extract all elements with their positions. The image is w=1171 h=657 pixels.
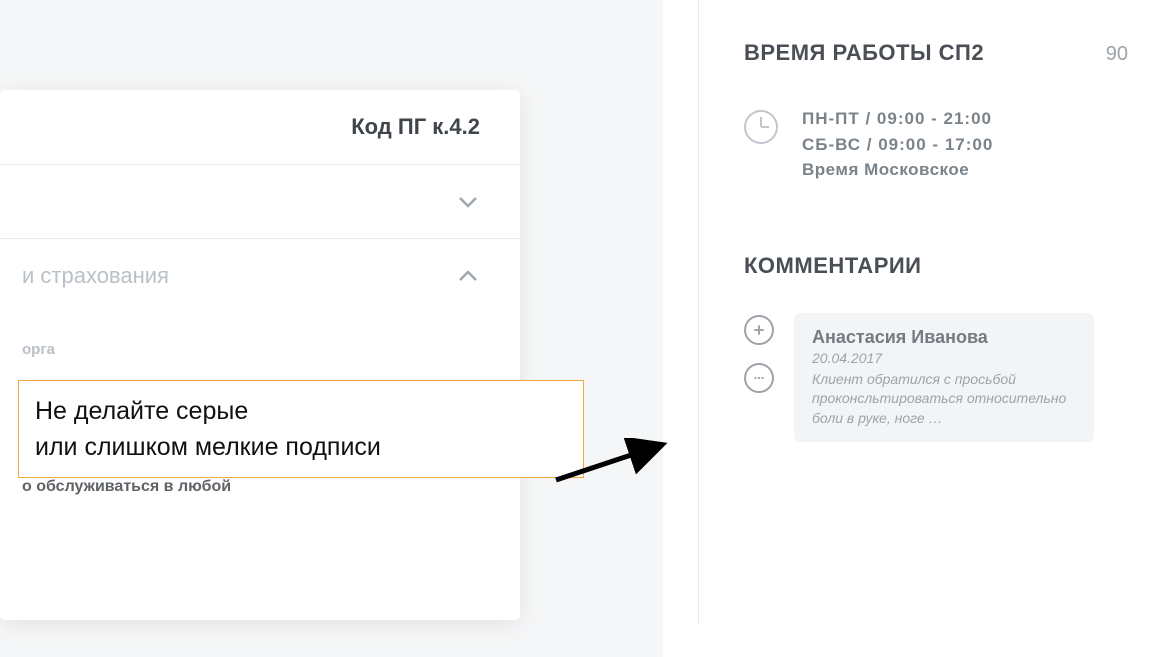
comment-author: Анастасия Иванова <box>812 327 1076 348</box>
add-comment-icon[interactable] <box>744 315 774 345</box>
rail-title-row: ВРЕМЯ РАБОТЫ СП2 90 <box>744 40 1128 66</box>
accordion-row-2[interactable]: и страхования <box>0 239 520 313</box>
hours-block: ПН-ПТ / 09:00 - 21:00 СБ-ВС / 09:00 - 17… <box>744 106 1128 183</box>
accordion-label-2: и страхования <box>22 263 454 289</box>
callout-line-2: или слишком мелкие подписи <box>35 429 567 465</box>
insurance-card: Код ПГ к.4.2 и страхования орга о обслуж… <box>0 90 520 620</box>
accordion-row-1[interactable] <box>0 165 520 239</box>
comment-date: 20.04.2017 <box>812 350 1076 366</box>
comment-card[interactable]: Анастасия Иванова 20.04.2017 Клиент обра… <box>794 313 1094 443</box>
card-header: Код ПГ к.4.2 <box>0 90 520 165</box>
hours-timezone: Время Московское <box>802 157 993 183</box>
comments-block: Анастасия Иванова 20.04.2017 Клиент обра… <box>744 313 1128 443</box>
annotation-callout: Не делайте серые или слишком мелкие подп… <box>18 380 584 478</box>
chevron-up-icon <box>454 262 482 290</box>
comments-title: КОММЕНТАРИИ <box>744 253 1128 279</box>
page-number: 90 <box>1106 43 1128 66</box>
hours-line-1: ПН-ПТ / 09:00 - 21:00 <box>802 106 993 132</box>
comment-action-icons <box>744 313 774 443</box>
bottom-text-fragment: о обслуживаться в любой <box>22 478 520 496</box>
sub-text-fragment: орга <box>22 341 520 358</box>
comment-text: Клиент обратился с просьбой проконсльтир… <box>812 370 1076 429</box>
annotation-arrow-icon <box>548 438 678 488</box>
chat-icon[interactable] <box>744 363 774 393</box>
card-header-code: Код ПГ к.4.2 <box>351 114 480 140</box>
hours-line-2: СБ-ВС / 09:00 - 17:00 <box>802 132 993 158</box>
hours-lines: ПН-ПТ / 09:00 - 21:00 СБ-ВС / 09:00 - 17… <box>802 106 993 183</box>
working-hours-title: ВРЕМЯ РАБОТЫ СП2 <box>744 40 984 66</box>
right-sidebar: ВРЕМЯ РАБОТЫ СП2 90 ПН-ПТ / 09:00 - 21:0… <box>698 0 1168 625</box>
callout-line-1: Не делайте серые <box>35 393 567 429</box>
chevron-down-icon <box>454 188 482 216</box>
clock-icon <box>744 110 778 144</box>
